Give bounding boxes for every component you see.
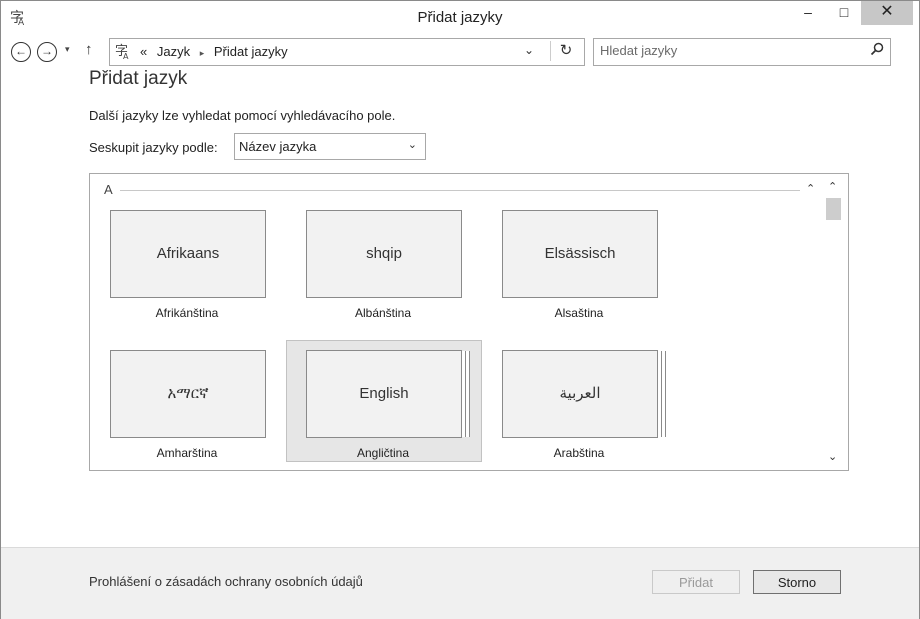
language-tile-label: Alsaština bbox=[554, 306, 604, 320]
breadcrumb-overflow[interactable]: « bbox=[140, 44, 147, 59]
language-tile-label: Albánština bbox=[354, 306, 412, 320]
collapse-group-icon[interactable]: ⌃ bbox=[806, 182, 815, 195]
add-button[interactable]: Přidat bbox=[652, 570, 740, 594]
language-tile-native-name: shqip bbox=[306, 210, 462, 298]
recent-locations-chevron-icon[interactable]: ▾ bbox=[65, 44, 70, 55]
language-tile-english[interactable]: English Angličtina bbox=[286, 340, 482, 462]
back-arrow-icon[interactable]: ← bbox=[11, 42, 31, 62]
list-scrollbar[interactable]: ⌃ ⌄ bbox=[824, 174, 846, 470]
group-by-value: Název jazyka bbox=[239, 139, 317, 154]
language-tile-native-name: Elsässisch bbox=[502, 210, 658, 298]
language-list: A ⌃ Afrikaans Afrikánština shqip Albánšt… bbox=[89, 173, 849, 471]
maximize-button[interactable]: □ bbox=[827, 1, 861, 25]
page-title: Přidat jazyk bbox=[89, 68, 188, 89]
breadcrumb-separator-icon[interactable]: ▸ bbox=[200, 48, 205, 58]
language-tile-label: Angličtina bbox=[356, 446, 410, 460]
navigation-bar: ← → ▾ ↑ 字A « Jazyk ▸ Přidat jazyky ⌄ ↻ bbox=[1, 33, 919, 69]
language-tile-native-name: Afrikaans bbox=[110, 210, 266, 298]
search-box bbox=[593, 38, 891, 66]
language-tile-label: Amharština bbox=[156, 446, 218, 460]
language-tile-amharic[interactable]: አማርኛ Amharština bbox=[110, 350, 304, 470]
language-tile-native-name: English bbox=[306, 350, 462, 438]
scroll-down-icon[interactable]: ⌄ bbox=[828, 450, 837, 463]
breadcrumb-item-jazyk[interactable]: Jazyk bbox=[157, 44, 190, 59]
group-header-letter: A bbox=[104, 182, 113, 197]
title-bar: 字A Přidat jazyky – □ ✕ bbox=[1, 1, 919, 33]
scroll-up-icon[interactable]: ⌃ bbox=[828, 180, 837, 193]
close-button[interactable]: ✕ bbox=[861, 1, 913, 25]
group-by-label: Seskupit jazyky podle: bbox=[89, 140, 218, 155]
forward-arrow-icon[interactable]: → bbox=[37, 42, 57, 62]
group-by-select[interactable]: Název jazyka ⌄ bbox=[234, 133, 426, 160]
up-arrow-icon[interactable]: ↑ bbox=[85, 41, 93, 58]
scrollbar-thumb[interactable] bbox=[826, 198, 841, 220]
language-tile-alsatian[interactable]: Elsässisch Alsaština bbox=[502, 210, 696, 330]
chevron-down-icon: ⌄ bbox=[407, 139, 417, 151]
refresh-icon[interactable]: ↻ bbox=[550, 41, 581, 61]
language-tile-arabic[interactable]: العربية Arabština bbox=[502, 350, 696, 470]
language-tile-native-name: አማርኛ bbox=[110, 350, 266, 438]
add-languages-window: 字A Přidat jazyky – □ ✕ ← → ▾ ↑ 字A « Jazy… bbox=[0, 0, 920, 619]
description-text: Další jazyky lze vyhledat pomocí vyhledá… bbox=[89, 108, 396, 123]
search-input[interactable] bbox=[600, 43, 850, 58]
address-dropdown-icon[interactable]: ⌄ bbox=[524, 43, 534, 57]
language-tile-afrikaans[interactable]: Afrikaans Afrikánština bbox=[110, 210, 304, 330]
svg-text:A: A bbox=[123, 52, 129, 60]
search-icon[interactable] bbox=[870, 42, 884, 59]
language-location-icon: 字A bbox=[114, 42, 134, 63]
cancel-button[interactable]: Storno bbox=[753, 570, 841, 594]
breadcrumb-item-pridat-jazyky[interactable]: Přidat jazyky bbox=[214, 44, 288, 59]
language-tile-label: Afrikánština bbox=[155, 306, 219, 320]
window-title: Přidat jazyky bbox=[417, 9, 503, 26]
language-tile-albanian[interactable]: shqip Albánština bbox=[306, 210, 500, 330]
language-tile-native-name: العربية bbox=[502, 350, 658, 438]
footer-bar: Prohlášení o zásadách ochrany osobních ú… bbox=[1, 547, 919, 619]
minimize-button[interactable]: – bbox=[791, 1, 825, 25]
address-bar[interactable]: 字A « Jazyk ▸ Přidat jazyky ⌄ ↻ bbox=[109, 38, 585, 66]
privacy-statement-link[interactable]: Prohlášení o zásadách ochrany osobních ú… bbox=[89, 574, 363, 589]
group-divider bbox=[120, 190, 800, 191]
breadcrumb: « Jazyk ▸ Přidat jazyky bbox=[140, 44, 294, 59]
language-tile-label: Arabština bbox=[553, 446, 605, 460]
